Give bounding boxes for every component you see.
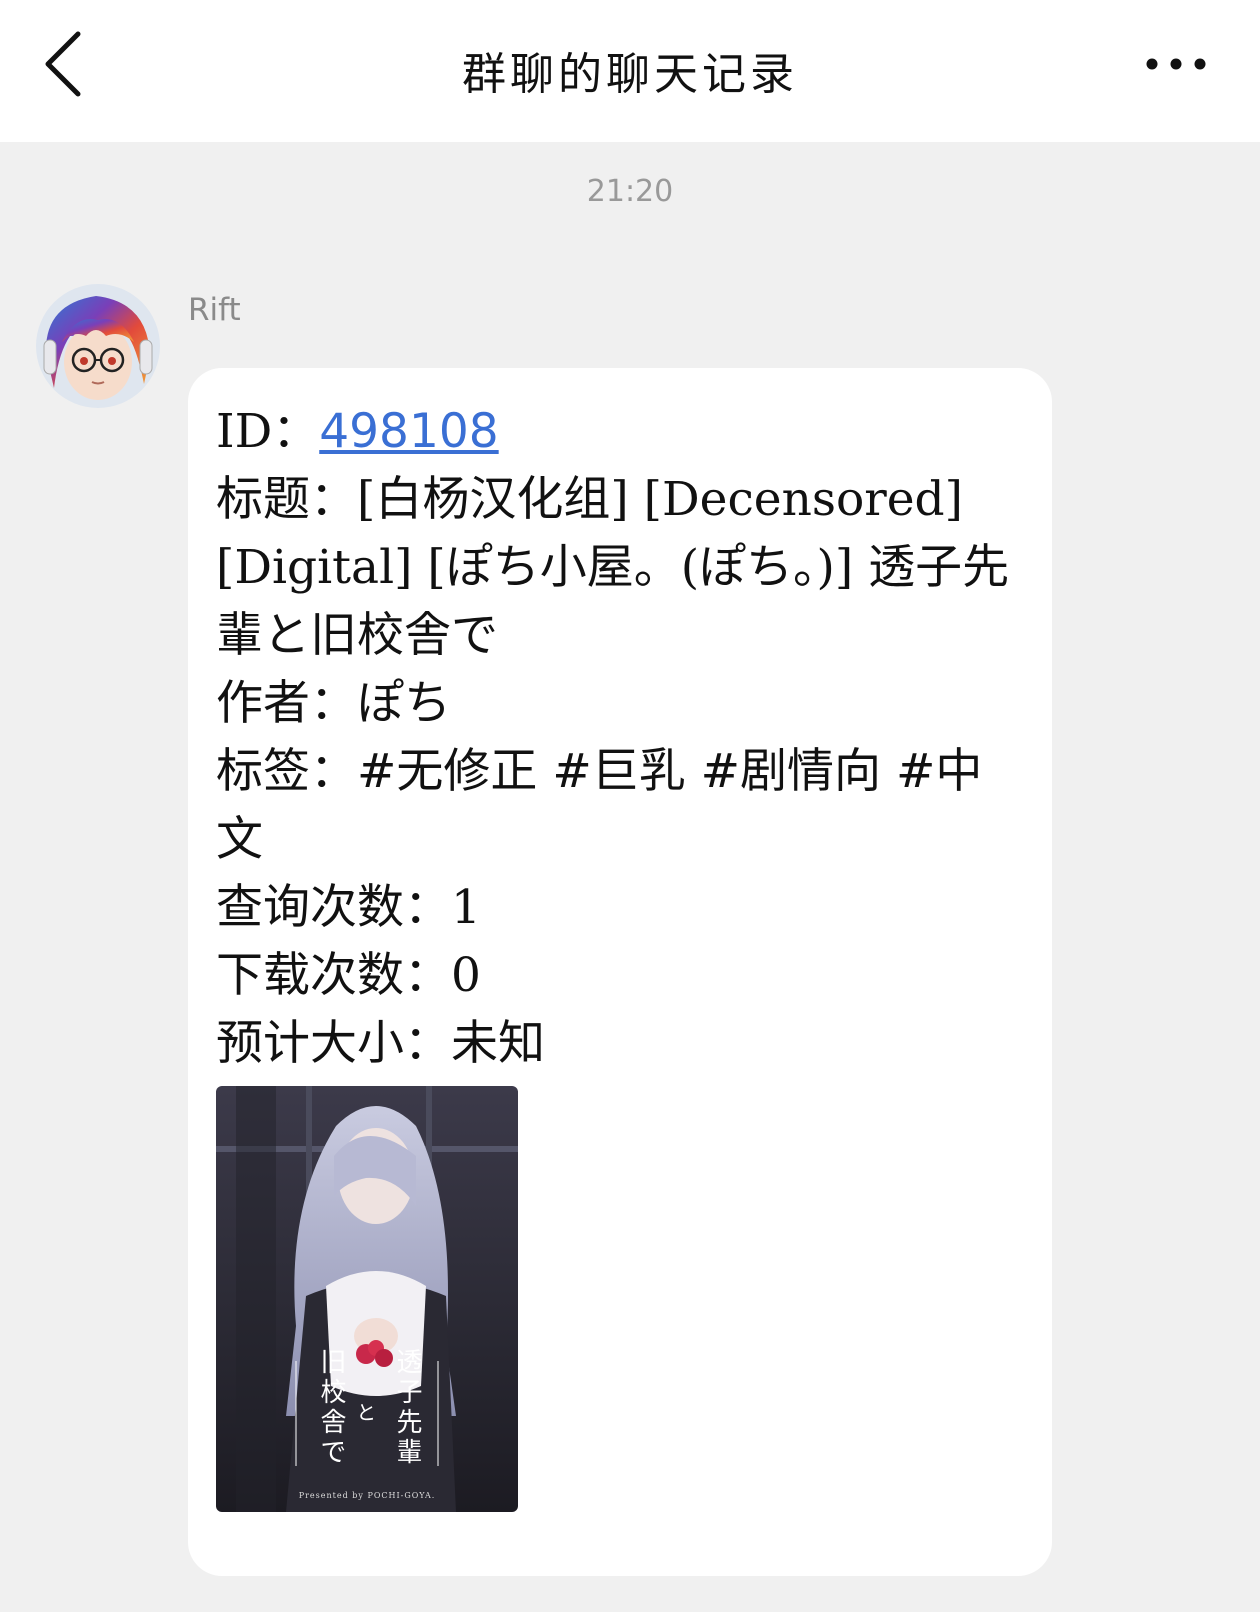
id-line: ID：498108 [216, 398, 1024, 466]
title-line: 标题：[白杨汉化组] [Decensored] [Digital] [ぽち小屋。… [216, 466, 1024, 670]
cover-title-right: 透子先輩 [392, 1348, 422, 1468]
sender-name: Rift [188, 292, 241, 328]
author-label: 作者： [216, 676, 357, 731]
download-count-label: 下载次数： [216, 948, 451, 1003]
title-label: 标题： [216, 472, 357, 527]
message-timestamp: 21:20 [586, 174, 674, 209]
avatar-image [36, 284, 160, 408]
tags-label: 标签： [216, 744, 357, 799]
query-count-line: 查询次数：1 [216, 874, 1024, 942]
avatar[interactable] [36, 284, 160, 408]
message-bubble[interactable]: ID：498108 标题：[白杨汉化组] [Decensored] [Digit… [188, 368, 1052, 1576]
id-label: ID： [216, 404, 320, 459]
cover-title-mid: と [353, 1402, 377, 1426]
author-value: ぽち [357, 676, 451, 731]
header-bar: 群聊的聊天记录 [0, 0, 1260, 142]
page-title: 群聊的聊天记录 [462, 49, 798, 100]
more-dots-icon [1146, 58, 1206, 70]
message-text: ID：498108 标题：[白杨汉化组] [Decensored] [Digit… [216, 398, 1024, 1078]
estimated-size-value: 未知 [451, 1016, 545, 1071]
cover-image[interactable]: 透子先輩 と 旧校舎で Presented by POCHI-GOYA. [216, 1086, 518, 1512]
cover-artwork [216, 1086, 518, 1512]
cover-credit: Presented by POCHI-GOYA. [298, 1491, 436, 1500]
estimated-size-line: 预计大小：未知 [216, 1010, 1024, 1078]
estimated-size-label: 预计大小： [216, 1016, 451, 1071]
query-count-label: 查询次数： [216, 880, 451, 935]
tags-line: 标签：#无修正 #巨乳 #剧情向 #中文 [216, 738, 1024, 874]
id-link[interactable]: 498108 [319, 404, 498, 459]
query-count-value: 1 [451, 880, 481, 935]
more-button[interactable] [1136, 44, 1216, 84]
download-count-value: 0 [451, 948, 481, 1003]
download-count-line: 下载次数：0 [216, 942, 1024, 1010]
author-line: 作者：ぽち [216, 670, 1024, 738]
cover-title-left: 旧校舎で [316, 1348, 346, 1468]
